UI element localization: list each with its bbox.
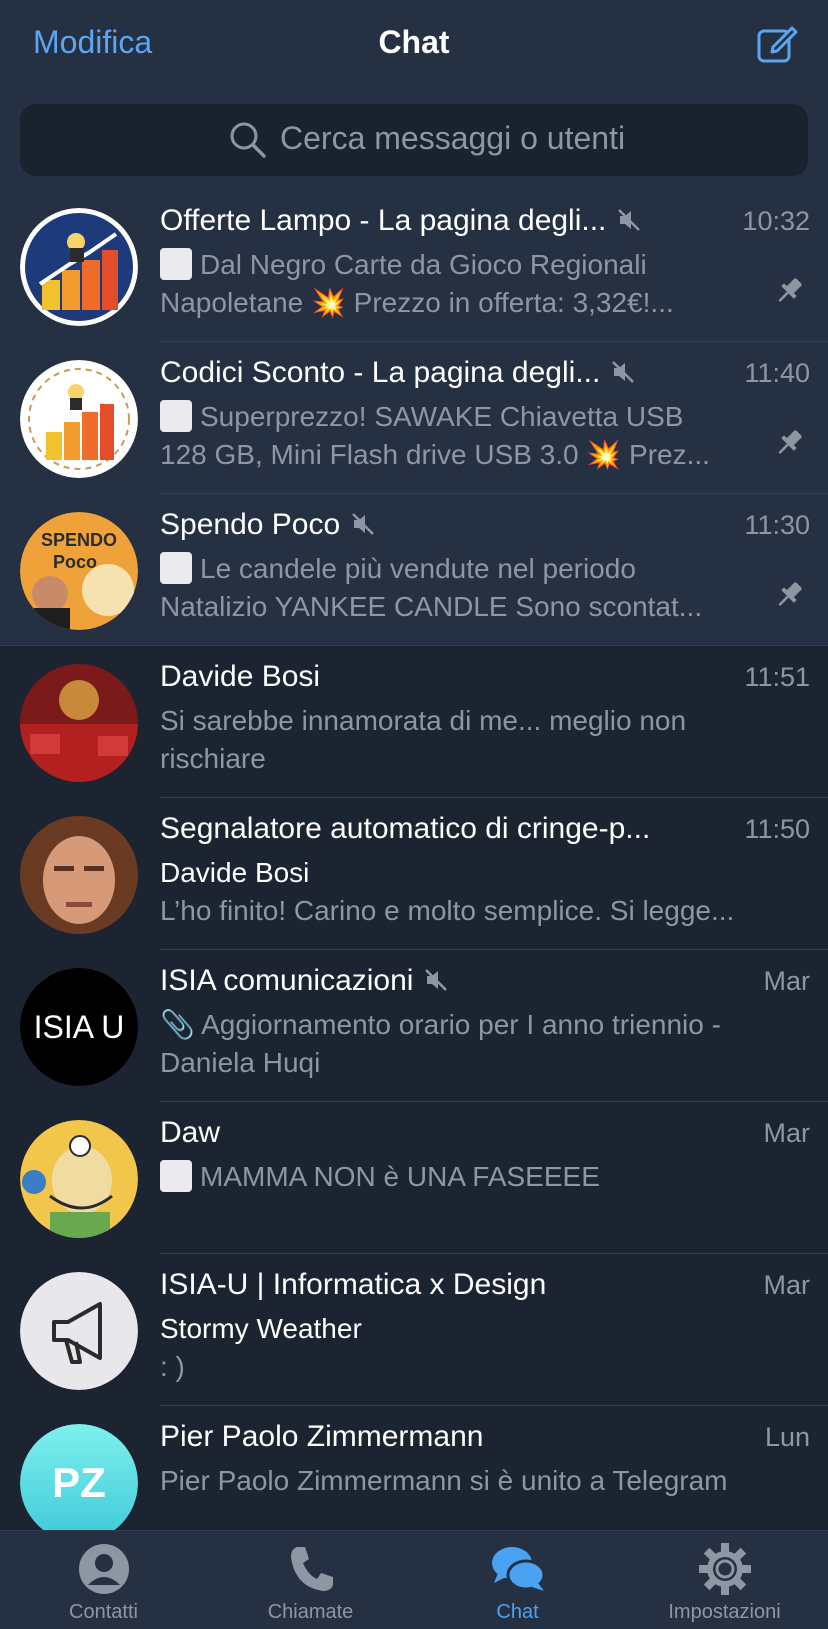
chat-preview: Stormy Weather : ): [160, 1313, 362, 1382]
chat-time: 11:40: [744, 358, 810, 388]
compose-icon[interactable]: [756, 22, 798, 64]
chat-name: Codici Sconto - La pagina degli...: [160, 356, 680, 390]
media-thumbnail: [160, 552, 192, 584]
chat-bubbles-icon: [491, 1547, 545, 1591]
avatar: ISIA U: [20, 968, 138, 1086]
chat-name: Daw: [160, 1116, 221, 1149]
tab-contatti[interactable]: Contatti: [0, 1541, 207, 1624]
pin-icon: [772, 274, 806, 308]
avatar: [20, 1120, 138, 1238]
search-bar[interactable]: Cerca messaggi o utenti: [20, 104, 808, 176]
search-icon: [228, 120, 268, 160]
chat-name: Pier Paolo Zimmermann: [160, 1420, 484, 1453]
avatar: [20, 208, 138, 326]
chat-time: 10:32: [742, 206, 810, 236]
chat-list: Offerte Lampo - La pagina degli... 10:32…: [0, 190, 828, 1530]
chat-row-isia-u-informatica[interactable]: ISIA-U | Informatica x Design Mar Stormy…: [0, 1254, 828, 1406]
pin-icon: [772, 578, 806, 612]
chat-preview: Davide Bosi L’ho finito! Carino e molto …: [160, 857, 735, 926]
tab-bar: Contatti Chiamate Chat Impostazioni: [0, 1530, 828, 1629]
muted-icon: [423, 967, 449, 993]
chat-name: ISIA comunicazioni: [160, 964, 680, 998]
chat-row-daw[interactable]: Daw Mar MAMMA NON è UNA FASEEEE: [0, 1102, 828, 1254]
avatar: [20, 360, 138, 478]
chat-time: 11:30: [744, 510, 810, 540]
muted-icon: [610, 359, 636, 385]
media-thumbnail: [160, 248, 192, 280]
media-thumbnail: [160, 400, 192, 432]
search-input[interactable]: Cerca messaggi o utenti: [280, 120, 625, 157]
tab-chat[interactable]: Chat: [414, 1541, 621, 1624]
chat-time: Lun: [764, 1422, 810, 1452]
muted-icon: [616, 207, 642, 233]
avatar: [20, 664, 138, 782]
media-thumbnail: [160, 1160, 192, 1192]
chat-row-offerte-lampo[interactable]: Offerte Lampo - La pagina degli... 10:32…: [0, 190, 828, 342]
navigation-header: Modifica Chat Cerca messaggi o utenti: [0, 0, 828, 190]
chat-preview: Superprezzo! SAWAKE Chiavetta USB 128 GB…: [160, 400, 710, 470]
avatar: [20, 816, 138, 934]
chat-preview: Si sarebbe innamorata di me... meglio no…: [160, 705, 687, 774]
chat-row-davide-bosi[interactable]: Davide Bosi 11:51 Si sarebbe innamorata …: [0, 646, 828, 798]
chat-time: Mar: [763, 1118, 811, 1148]
chat-preview: 📎 Aggiornamento orario per I anno trienn…: [160, 1009, 721, 1078]
avatar: [20, 1272, 138, 1390]
tab-impostazioni[interactable]: Impostazioni: [621, 1541, 828, 1624]
svg-text:Poco: Poco: [53, 552, 97, 572]
avatar-initials: PZ: [52, 1459, 106, 1506]
chat-row-isia-comunicazioni[interactable]: ISIA U ISIA comunicazioni Mar 📎 Aggiorna…: [0, 950, 828, 1102]
chat-row-codici-sconto[interactable]: Codici Sconto - La pagina degli... 11:40…: [0, 342, 828, 494]
chat-row-spendo-poco[interactable]: SPENDO Poco Spendo Poco 11:30 Le candele…: [0, 494, 828, 646]
avatar: PZ: [20, 1424, 138, 1530]
avatar-initials: ISIA U: [34, 1009, 125, 1045]
svg-text:SPENDO: SPENDO: [41, 530, 117, 550]
chat-row-segnalatore[interactable]: Segnalatore automatico di cringe-p... 11…: [0, 798, 828, 950]
avatar: SPENDO Poco: [20, 512, 138, 630]
person-icon: [78, 1544, 129, 1594]
tab-chiamate[interactable]: Chiamate: [207, 1541, 414, 1624]
chat-preview: Le candele più vendute nel periodo Natal…: [160, 552, 703, 622]
chat-time: Mar: [763, 1270, 811, 1300]
phone-icon: [290, 1547, 333, 1591]
chat-time: 11:51: [744, 662, 810, 692]
chat-preview: MAMMA NON è UNA FASEEEE: [160, 1158, 750, 1196]
chat-name: Segnalatore automatico di cringe-p...: [160, 812, 651, 845]
page-title: Chat: [378, 24, 450, 60]
chat-time: Mar: [763, 966, 811, 996]
chat-row-pier-paolo-zimmermann[interactable]: PZ Pier Paolo Zimmermann Lun Pier Paolo …: [0, 1406, 828, 1530]
chat-name: ISIA-U | Informatica x Design: [160, 1268, 547, 1301]
chat-name: Offerte Lampo - La pagina degli...: [160, 204, 680, 238]
pin-icon: [772, 426, 806, 460]
muted-icon: [350, 511, 376, 537]
chat-preview: Dal Negro Carte da Gioco Regionali Napol…: [160, 248, 674, 318]
chat-preview: Pier Paolo Zimmermann si è unito a Teleg…: [160, 1465, 728, 1496]
chat-time: 11:50: [744, 814, 810, 844]
chat-name: Spendo Poco: [160, 508, 680, 542]
chat-name: Davide Bosi: [160, 660, 321, 693]
gear-icon: [698, 1543, 751, 1595]
